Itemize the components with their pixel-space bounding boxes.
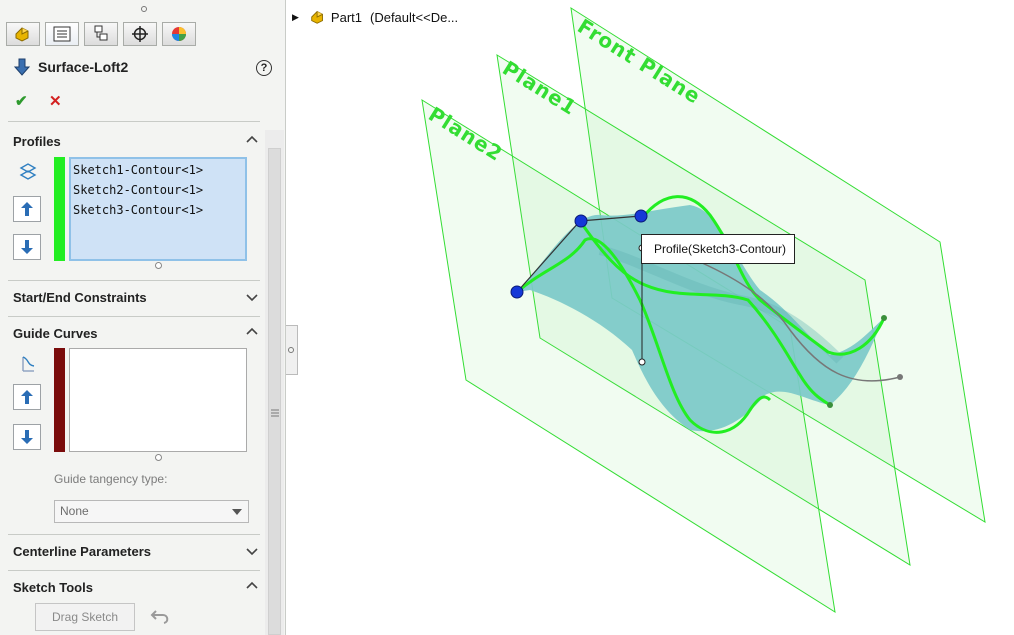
guide-curves-list[interactable] bbox=[69, 348, 247, 452]
list-item[interactable]: Sketch3-Contour<1> bbox=[71, 200, 245, 220]
divider bbox=[8, 316, 260, 317]
select-value: None bbox=[60, 504, 89, 518]
guide-tangency-type-select[interactable]: None bbox=[54, 500, 249, 523]
profile-endpoint bbox=[881, 315, 887, 321]
guide-curves-list-resize-handle[interactable] bbox=[155, 454, 162, 461]
divider bbox=[8, 534, 260, 535]
panel-scrollbar[interactable] bbox=[265, 130, 284, 635]
tab-configuration-manager[interactable] bbox=[84, 22, 118, 46]
leader-endpoint bbox=[638, 358, 646, 366]
display-manager-icon bbox=[172, 27, 186, 41]
profiles-color-swatch bbox=[54, 157, 65, 261]
move-up-button[interactable] bbox=[13, 384, 41, 410]
dropdown-arrow-icon bbox=[232, 509, 242, 515]
guide-curves-header[interactable]: Guide Curves bbox=[13, 326, 98, 341]
profile-callout[interactable]: Profile(Sketch3-Contour) bbox=[641, 234, 796, 264]
list-item[interactable]: Sketch1-Contour<1> bbox=[71, 160, 245, 180]
profile-selection-icon bbox=[19, 163, 37, 180]
divider bbox=[8, 280, 260, 281]
guide-curves-color-swatch bbox=[54, 348, 65, 452]
connector-handle[interactable] bbox=[574, 214, 588, 228]
surface-loft-icon bbox=[14, 58, 30, 76]
property-manager-icon bbox=[53, 26, 71, 42]
feature-title: Surface-Loft2 bbox=[38, 59, 129, 75]
chevron-down-icon[interactable] bbox=[246, 545, 258, 557]
grip-lines-icon bbox=[271, 409, 279, 417]
panel-grip[interactable] bbox=[141, 6, 147, 12]
configuration-manager-icon bbox=[94, 25, 108, 41]
scrollbar-thumb[interactable] bbox=[268, 148, 281, 635]
arrow-up-icon bbox=[21, 202, 33, 216]
chevron-down-icon[interactable] bbox=[246, 291, 258, 303]
feature-manager-icon bbox=[15, 27, 29, 42]
tab-property-manager[interactable] bbox=[45, 22, 79, 46]
connector-handle[interactable] bbox=[510, 285, 524, 299]
list-item[interactable]: Sketch2-Contour<1> bbox=[71, 180, 245, 200]
divider bbox=[8, 570, 260, 571]
dimxpert-manager-icon bbox=[132, 26, 148, 42]
cancel-button[interactable]: ✕ bbox=[49, 92, 62, 110]
ok-button[interactable]: ✔ bbox=[15, 92, 28, 110]
profiles-header[interactable]: Profiles bbox=[13, 134, 61, 149]
move-down-button[interactable] bbox=[13, 234, 41, 260]
chevron-up-icon[interactable] bbox=[246, 580, 258, 592]
profiles-list[interactable]: Sketch1-Contour<1> Sketch2-Contour<1> Sk… bbox=[69, 157, 247, 261]
connector-handle[interactable] bbox=[634, 209, 648, 223]
chevron-up-icon[interactable] bbox=[246, 134, 258, 146]
property-manager-panel: Surface-Loft2 ? ✔ ✕ Profiles Sketch1-Con… bbox=[0, 0, 286, 635]
profiles-list-resize-handle[interactable] bbox=[155, 262, 162, 269]
guide-curve-icon bbox=[22, 356, 35, 372]
feature-title-row: Surface-Loft2 bbox=[14, 58, 128, 76]
chevron-up-icon[interactable] bbox=[246, 326, 258, 338]
tab-dimxpert-manager[interactable] bbox=[123, 22, 157, 46]
arrow-down-icon bbox=[21, 430, 33, 444]
arrow-up-icon bbox=[21, 390, 33, 404]
drag-sketch-button[interactable]: Drag Sketch bbox=[35, 603, 135, 631]
undo-icon[interactable] bbox=[150, 607, 172, 625]
profile-endpoint bbox=[827, 402, 833, 408]
move-up-button[interactable] bbox=[13, 196, 41, 222]
guide-tangency-type-label: Guide tangency type: bbox=[54, 472, 168, 486]
tab-feature-manager[interactable] bbox=[6, 22, 40, 46]
start-end-constraints-header[interactable]: Start/End Constraints bbox=[13, 290, 147, 305]
help-icon[interactable]: ? bbox=[256, 60, 272, 76]
tab-display-manager[interactable] bbox=[162, 22, 196, 46]
curve-endpoint bbox=[897, 374, 903, 380]
manager-tabs bbox=[6, 22, 201, 48]
divider bbox=[8, 121, 260, 122]
sketch-tools-header[interactable]: Sketch Tools bbox=[13, 580, 93, 595]
centerline-parameters-header[interactable]: Centerline Parameters bbox=[13, 544, 151, 559]
graphics-viewport[interactable]: Front Plane Plane1 Plane2 bbox=[287, 0, 1014, 635]
move-down-button[interactable] bbox=[13, 424, 41, 450]
arrow-down-icon bbox=[21, 240, 33, 254]
